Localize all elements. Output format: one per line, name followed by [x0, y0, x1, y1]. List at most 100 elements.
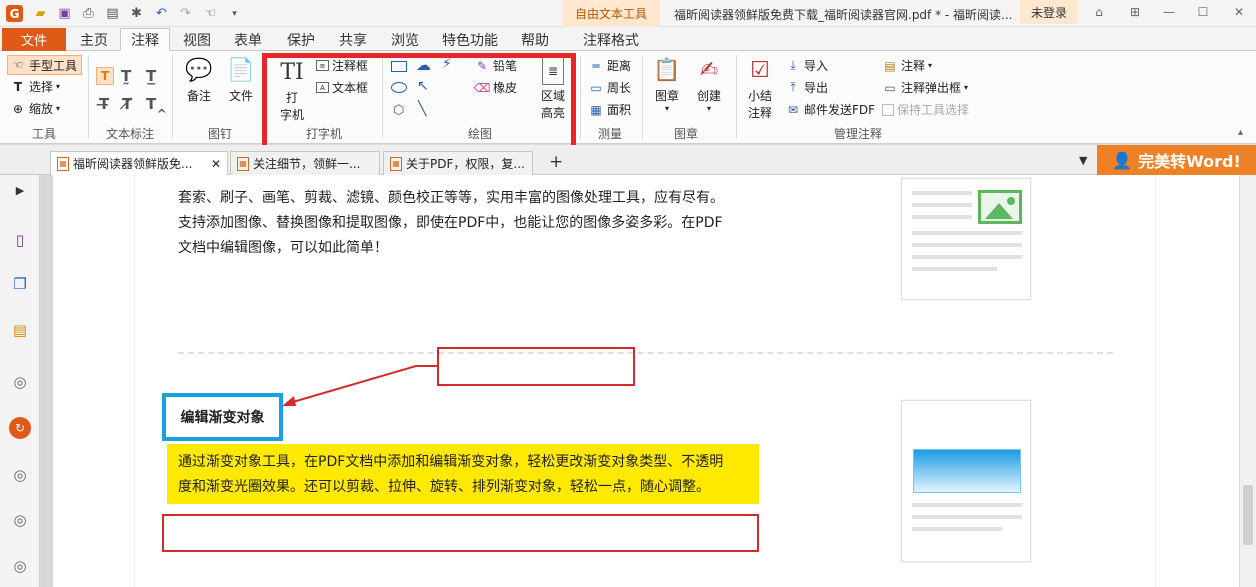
- file-attach-button[interactable]: 📄 文件: [224, 55, 258, 104]
- bookmark-icon[interactable]: ▯: [9, 229, 31, 251]
- select-tool-button[interactable]: T 选择 ▾: [10, 78, 60, 95]
- tab-list-chevron-down-icon[interactable]: ▼: [1079, 154, 1087, 167]
- hand-tool-button[interactable]: ☜ 手型工具: [7, 55, 82, 75]
- underline-squiggly-icon[interactable]: T̰: [121, 67, 131, 85]
- cloud-icon[interactable]: ☁: [416, 56, 431, 74]
- new-tab-plus-icon[interactable]: +: [549, 152, 563, 172]
- security-icon[interactable]: ◎: [9, 555, 31, 577]
- tab-features[interactable]: 特色功能: [436, 28, 504, 51]
- context-tab-free-text[interactable]: 自由文本工具: [562, 0, 660, 27]
- tab-protect[interactable]: 保护: [278, 28, 324, 51]
- tab-comment-format[interactable]: 注释格式: [576, 28, 646, 51]
- file-pin-icon: 📄: [227, 57, 255, 83]
- tab-home[interactable]: 主页: [70, 28, 118, 51]
- comments-panel-icon[interactable]: ▤: [9, 319, 31, 341]
- textbox-button[interactable]: A 文本框: [316, 79, 368, 96]
- area-button[interactable]: ▦ 面积: [588, 101, 631, 118]
- keep-tool-checkbox[interactable]: 保持工具选择: [882, 101, 969, 118]
- oval-icon[interactable]: [391, 82, 407, 93]
- perimeter-button[interactable]: ▭ 周长: [588, 79, 631, 96]
- highlight-text-icon[interactable]: T: [96, 67, 114, 85]
- tab-browse[interactable]: 浏览: [382, 28, 428, 51]
- foxit-logo-icon[interactable]: G: [6, 5, 23, 22]
- red-annotation-box[interactable]: [162, 514, 759, 552]
- minimize-icon[interactable]: —: [1158, 2, 1180, 22]
- window-title: 福昕阅读器领鲜版免费下载_福昕阅读器官网.pdf * - 福昕阅读...: [674, 8, 1013, 22]
- doc-tab[interactable]: ▦ 关注细节，领鲜一...: [230, 151, 380, 175]
- tab-view[interactable]: 视图: [174, 28, 220, 51]
- red-annotation-box[interactable]: [437, 347, 635, 386]
- close-icon[interactable]: ✕: [1228, 2, 1250, 22]
- chevron-down-icon: ▾: [664, 104, 669, 113]
- skin-icon[interactable]: ⌂: [1088, 2, 1110, 22]
- area-measure-icon: ▦: [590, 102, 602, 117]
- hand-tool-icon[interactable]: ☜: [202, 5, 219, 22]
- highlighted-paragraph: 通过渐变对象工具，在PDF文档中添加和编辑渐变对象，轻松更改渐变对象类型、不透明…: [167, 444, 759, 504]
- zoom-tool-button[interactable]: ⊕ 缩放 ▾: [10, 100, 60, 117]
- undo-icon[interactable]: ↶: [153, 5, 170, 22]
- new-icon[interactable]: ✱: [128, 5, 145, 22]
- eraser-button[interactable]: ⌫ 橡皮: [474, 79, 518, 96]
- rectangle-icon[interactable]: [391, 61, 407, 72]
- signatures-icon[interactable]: ◎: [9, 509, 31, 531]
- insert-text-icon[interactable]: T‸: [146, 95, 167, 113]
- file-menu[interactable]: 文件: [2, 28, 66, 51]
- redo-icon[interactable]: ↷: [177, 5, 194, 22]
- pages-thumbnail-icon[interactable]: ❐: [9, 273, 31, 295]
- checkbox-icon: [882, 103, 894, 116]
- close-tab-icon[interactable]: ✕: [211, 157, 221, 171]
- email-fdf-button[interactable]: ✉ 邮件发送FDF: [785, 101, 875, 118]
- comments-dropdown[interactable]: ▤ 注释 ▾: [882, 57, 932, 74]
- save-icon[interactable]: ▣: [56, 5, 73, 22]
- tab-form[interactable]: 表单: [225, 28, 271, 51]
- typewriter-icon: TI: [280, 59, 304, 85]
- replace-text-icon[interactable]: T̸: [122, 95, 132, 113]
- customize-chevron-down-icon[interactable]: ▾: [226, 5, 243, 22]
- print-icon[interactable]: ⎙: [80, 5, 97, 22]
- tab-comment[interactable]: 注释: [120, 28, 170, 51]
- tab-help[interactable]: 帮助: [512, 28, 558, 51]
- polyline-icon[interactable]: ⚡: [442, 56, 452, 72]
- line-icon[interactable]: ╲: [418, 101, 426, 117]
- doc-tab-active[interactable]: ▦ 福昕阅读器领鲜版免... ✕: [50, 151, 228, 175]
- strikeout-text-icon[interactable]: T̶: [99, 95, 109, 113]
- typewriter-button[interactable]: TI 打 字机: [275, 57, 309, 123]
- import-button[interactable]: ⤓ 导入: [785, 57, 828, 74]
- layout-icon[interactable]: ⊞: [1124, 2, 1146, 22]
- group-label-drawing: 绘图: [467, 127, 492, 141]
- left-navigation-panel: ▶ ▯ ❐ ▤ ◎ ↻ ◎ ◎ ◎: [0, 175, 40, 587]
- stamp-button[interactable]: 📋 图章 ▾: [650, 55, 684, 114]
- email-icon: ✉: [787, 102, 799, 117]
- login-button[interactable]: 未登录: [1020, 0, 1078, 24]
- export-button[interactable]: ⤒ 导出: [785, 79, 828, 96]
- popup-dropdown[interactable]: ▭ 注释弹出框 ▾: [882, 79, 968, 96]
- collapse-ribbon-icon[interactable]: ▴: [1238, 127, 1243, 138]
- expand-panel-arrow-icon[interactable]: ▶: [9, 179, 31, 201]
- scrollbar-thumb[interactable]: [1243, 485, 1253, 545]
- open-folder-icon[interactable]: ▰: [32, 5, 49, 22]
- attachments-icon[interactable]: ◎: [9, 371, 31, 393]
- vertical-scrollbar[interactable]: [1239, 175, 1256, 587]
- distance-button[interactable]: ═ 距离: [588, 57, 631, 74]
- doc-tab[interactable]: ▦ 关于PDF，权限，复...: [383, 151, 533, 175]
- convert-to-word-button[interactable]: 👤 完美转Word!: [1097, 145, 1256, 175]
- create-stamp-button[interactable]: ✍ 创建 ▾: [692, 55, 726, 114]
- group-label-pin: 图钉: [207, 127, 232, 141]
- area-highlight-button[interactable]: ≣ 区域 高亮: [536, 57, 570, 121]
- image-placeholder-icon: [978, 190, 1022, 224]
- properties-icon[interactable]: ▤: [104, 5, 121, 22]
- summarize-comments-button[interactable]: ☑ 小结 注释: [742, 55, 778, 121]
- underline-text-icon[interactable]: T̲: [146, 67, 156, 85]
- paragraph-line: 通过渐变对象工具，在PDF文档中添加和编辑渐变对象，轻松更改渐变对象类型、不透明: [178, 454, 724, 470]
- maximize-icon[interactable]: ☐: [1192, 2, 1214, 22]
- foxit-connect-icon[interactable]: ↻: [9, 417, 31, 439]
- pencil-button[interactable]: ✎ 铅笔: [474, 57, 517, 74]
- tab-share[interactable]: 共享: [330, 28, 376, 51]
- ribbon: ☜ 手型工具 T 选择 ▾ ⊕ 缩放 ▾ 工具 T T̰ T̲ T̶ T̸ T‸ 文本标注…: [0, 51, 1256, 144]
- polygon-icon[interactable]: ⬡: [393, 103, 404, 118]
- arrow-icon[interactable]: ↖: [417, 78, 429, 94]
- note-button[interactable]: 💬 备注: [182, 55, 216, 104]
- perimeter-icon: ▭: [590, 80, 602, 95]
- callout-button[interactable]: ≡ 注释框: [316, 57, 368, 74]
- layers-icon[interactable]: ◎: [9, 464, 31, 486]
